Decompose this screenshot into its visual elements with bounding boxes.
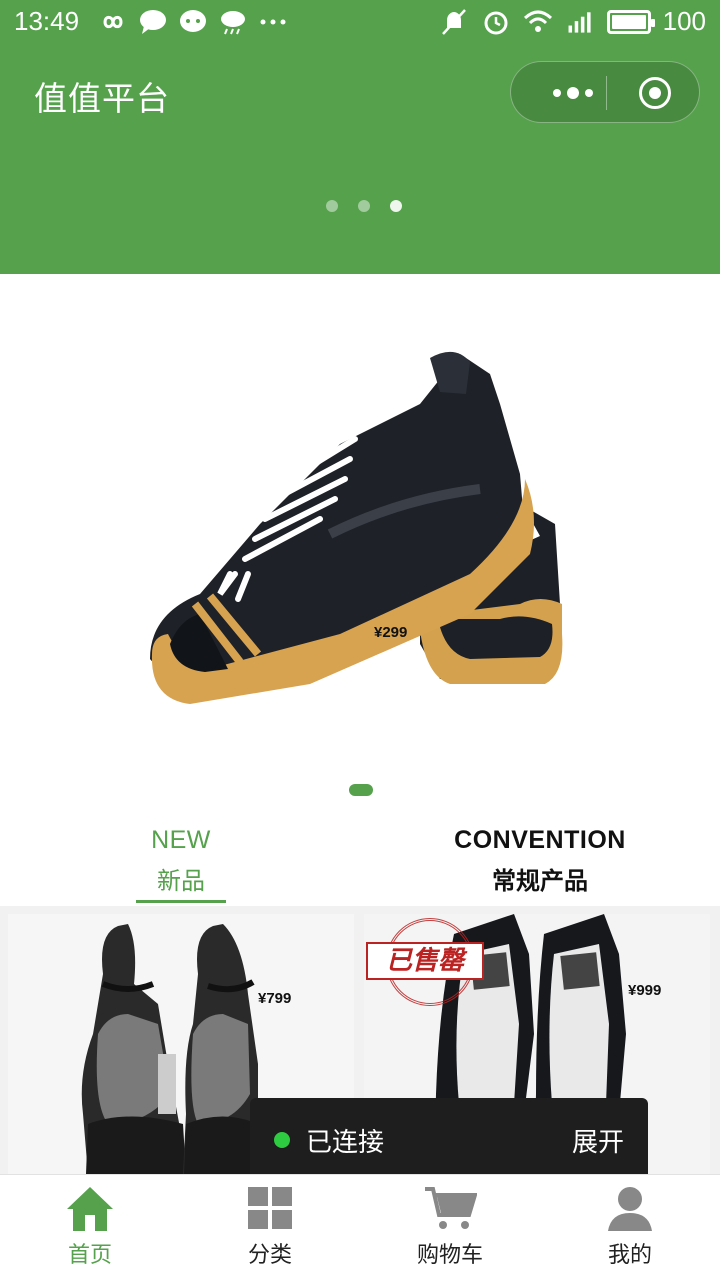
status-right-icons: 100 xyxy=(439,6,706,37)
tabbar-label-cart: 购物车 xyxy=(416,1243,483,1268)
sneaker-image xyxy=(150,351,563,704)
miniprogram-capsule xyxy=(510,61,700,123)
product-price: ¥799 xyxy=(258,990,292,1007)
capsule-divider xyxy=(606,76,607,110)
battery-level: 100 xyxy=(662,6,706,36)
tab-new-en: NEW xyxy=(151,826,211,854)
header-carousel-dots xyxy=(326,200,402,212)
wifi-icon xyxy=(523,10,552,32)
category-grid-icon xyxy=(248,1187,292,1229)
tabbar-item-home[interactable]: 首页 xyxy=(0,1183,180,1269)
home-icon xyxy=(67,1187,113,1231)
chat-bubble-icon xyxy=(140,10,166,34)
expand-button[interactable]: 展开 xyxy=(572,1122,624,1159)
tab-new[interactable]: NEW 新品 xyxy=(0,826,360,903)
tabbar-item-mine[interactable]: 我的 xyxy=(540,1183,720,1269)
signal-icon xyxy=(568,11,591,33)
connection-status: 已连接 xyxy=(306,1128,385,1158)
tab-convention-zh: 常规产品 xyxy=(492,867,588,895)
tabbar-item-category[interactable]: 分类 xyxy=(180,1183,360,1269)
sold-out-label: 已售罄 xyxy=(366,942,484,980)
status-time: 13:49 xyxy=(14,6,80,36)
tab-convention[interactable]: CONVENTION 常规产品 xyxy=(360,826,720,896)
bottom-tabbar: 首页 分类 购物车 我的 xyxy=(0,1174,720,1280)
mute-bell-icon xyxy=(441,8,466,35)
status-bar: 13:49 100 xyxy=(0,0,720,44)
carousel-dot[interactable] xyxy=(326,200,338,212)
tabbar-label-category: 分类 xyxy=(247,1243,292,1268)
tab-convention-en: CONVENTION xyxy=(454,826,626,854)
message-dots-icon xyxy=(180,10,206,32)
close-miniprogram-button[interactable] xyxy=(639,77,671,109)
product-price: ¥999 xyxy=(628,982,662,999)
weather-rain-icon xyxy=(221,11,245,35)
banner-price-tag: ¥299 xyxy=(374,624,408,641)
connection-toast: 已连接 展开 xyxy=(250,1098,648,1182)
user-icon xyxy=(608,1187,652,1231)
sold-out-stamp: 已售罄 xyxy=(366,918,486,1008)
tabbar-item-cart[interactable]: 购物车 xyxy=(360,1183,540,1269)
tabbar-label-home: 首页 xyxy=(67,1243,112,1268)
status-left-icons xyxy=(98,8,288,36)
cart-icon xyxy=(425,1187,477,1229)
banner-indicator xyxy=(349,784,373,796)
page-title: 值值平台 xyxy=(34,79,170,118)
menu-more-button[interactable] xyxy=(541,62,605,124)
battery-icon xyxy=(606,9,655,34)
carousel-dot[interactable] xyxy=(358,200,370,212)
carousel-dot-active[interactable] xyxy=(390,200,402,212)
header-area: 13:49 100 值值平台 xyxy=(0,0,720,274)
infinity-icon xyxy=(103,15,123,29)
alarm-icon xyxy=(484,11,508,34)
tab-new-zh: 新品 xyxy=(157,867,205,895)
more-dots-icon xyxy=(260,19,286,25)
connected-dot-icon xyxy=(274,1132,290,1148)
tabbar-label-mine: 我的 xyxy=(607,1243,652,1268)
banner-slide[interactable]: ¥299 xyxy=(0,274,720,774)
tab-active-underline xyxy=(136,900,226,903)
